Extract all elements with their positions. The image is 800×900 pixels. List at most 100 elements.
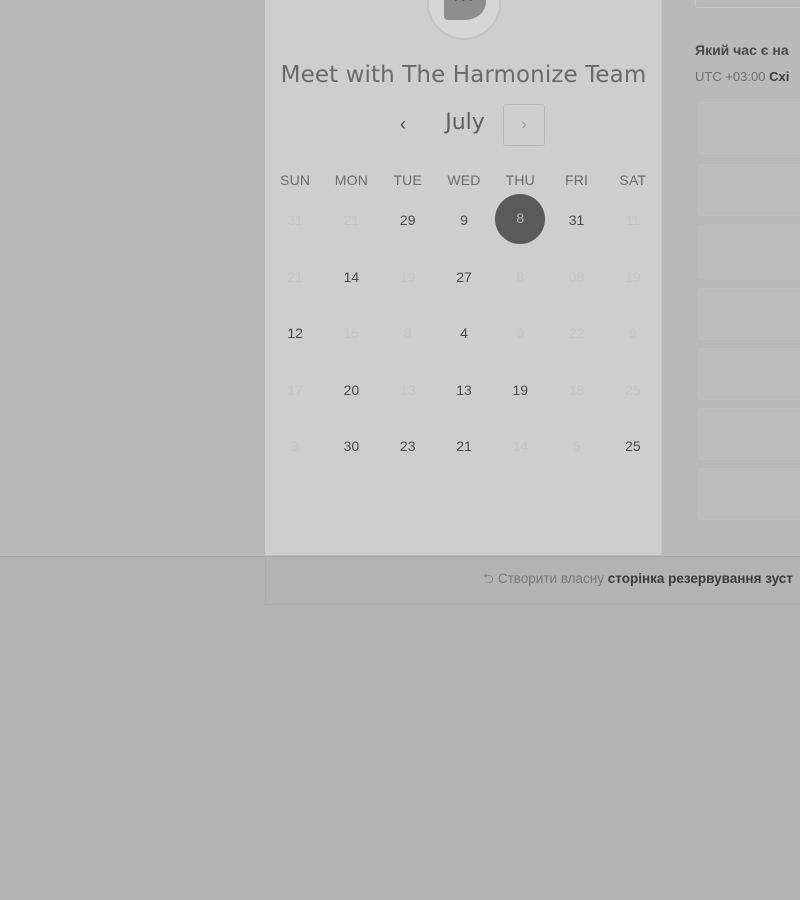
date-cell: 19 <box>605 250 661 307</box>
time-slot-button[interactable] <box>698 348 800 400</box>
time-slot-button[interactable] <box>698 226 800 278</box>
weekday-label: SUN <box>280 172 311 188</box>
weekday-label: MON <box>334 172 369 188</box>
date-cell: 17 <box>267 363 323 420</box>
date-number: 13 <box>456 381 472 398</box>
date-cell[interactable]: 14 <box>323 250 379 307</box>
date-number: 20 <box>343 381 360 398</box>
date-cell: 9 <box>492 306 548 363</box>
timezone-name: Схі <box>769 69 790 84</box>
date-number: 19 <box>512 381 529 398</box>
date-number: 25 <box>625 381 641 398</box>
hubspot-sprocket-icon: ⮌ <box>483 571 494 586</box>
footer-create-link[interactable]: ⮌ Створити власну сторінка резервування з… <box>483 569 793 592</box>
weekday-label: FRI <box>564 172 589 188</box>
chat-bubble-icon: ••• <box>444 0 492 20</box>
date-number: 4 <box>460 325 468 342</box>
date-cell[interactable]: 25 <box>605 419 661 476</box>
time-slot-button[interactable] <box>698 408 800 460</box>
date-number: 29 <box>399 212 416 228</box>
chevron-left-icon: ‹ <box>400 114 406 134</box>
date-number: 30 <box>343 438 360 455</box>
date-cell: 14 <box>492 419 548 476</box>
previous-month-button[interactable]: ‹ <box>391 112 415 136</box>
month-label: July <box>445 110 485 135</box>
date-cell[interactable]: 12 <box>267 306 323 363</box>
footer-text: Створити власну <box>497 571 605 586</box>
team-avatar: ••• <box>427 0 501 40</box>
date-cell: 13 <box>380 363 436 420</box>
date-cell[interactable]: 29 <box>380 193 436 250</box>
date-number: 31 <box>568 212 585 228</box>
date-number: 14 <box>343 268 360 285</box>
calendar-week-row: 21 14 19 27 8 08 19 <box>267 250 661 307</box>
date-number: 21 <box>456 438 472 455</box>
date-cell: 3 <box>267 419 323 476</box>
date-cell: 9 <box>605 306 661 363</box>
weekday-header: SUN MON TUE WED THU FRI SAT <box>267 172 661 188</box>
date-number: 11 <box>625 212 641 228</box>
date-number: 13 <box>399 381 416 398</box>
weekday-label: THU <box>505 172 535 188</box>
date-cell[interactable]: 20 <box>323 363 379 420</box>
date-cell: 11 <box>605 193 661 250</box>
date-number: 19 <box>399 268 416 285</box>
date-number: 23 <box>399 438 416 455</box>
date-cell[interactable]: 30 <box>323 419 379 476</box>
date-number: 8 <box>516 210 525 226</box>
date-number: 27 <box>456 268 472 285</box>
date-cell: 19 <box>380 250 436 307</box>
top-input-field[interactable] <box>695 0 800 8</box>
date-number: 9 <box>516 325 525 342</box>
date-cell[interactable]: 31 <box>548 193 604 250</box>
date-number: 21 <box>287 268 303 285</box>
timezone-offset: UTC +03:00 <box>695 69 766 84</box>
timezone-selector[interactable]: UTC +03:00 Схі <box>695 69 789 84</box>
date-cell[interactable]: 13 <box>436 363 492 420</box>
time-slot-button[interactable] <box>698 102 800 154</box>
date-cell: 22 <box>548 306 604 363</box>
footer-link-text: сторінка резервування зуст <box>607 571 793 586</box>
calendar-week-row: 31 21 29 9 8 31 11 <box>267 193 661 250</box>
weekday-label: TUE <box>393 172 422 188</box>
weekday-label: SAT <box>619 172 647 188</box>
date-number: 22 <box>568 325 585 342</box>
date-cell[interactable]: 4 <box>436 306 492 363</box>
date-number: 25 <box>625 438 641 455</box>
time-question-heading: Який час є на <box>695 42 789 58</box>
date-cell[interactable]: 9 <box>436 193 492 250</box>
date-cell[interactable]: 21 <box>436 419 492 476</box>
date-cell: 18 <box>548 363 604 420</box>
date-cell[interactable]: 23 <box>380 419 436 476</box>
date-cell: 5 <box>548 419 604 476</box>
date-number: 19 <box>625 268 641 285</box>
date-cell: 8 <box>492 250 548 307</box>
date-cell: 08 <box>548 250 604 307</box>
date-number: 18 <box>568 381 585 398</box>
next-month-button[interactable]: › <box>503 104 545 146</box>
date-number: 3 <box>291 438 300 455</box>
selected-date-cell[interactable]: 8 <box>492 193 548 250</box>
date-number: 08 <box>568 268 585 285</box>
date-number: 31 <box>287 212 303 228</box>
time-slot-button[interactable] <box>698 468 800 520</box>
time-slot-button[interactable] <box>698 288 800 340</box>
calendar-week-row: 3 30 23 21 14 5 25 <box>267 419 661 476</box>
date-cell[interactable]: 27 <box>436 250 492 307</box>
calendar-week-row: 12 15 8 4 9 22 9 <box>267 306 661 363</box>
date-cell: 8 <box>380 306 436 363</box>
date-cell: 31 <box>267 193 323 250</box>
date-number: 15 <box>343 325 360 342</box>
chevron-right-icon: › <box>521 116 527 133</box>
date-number: 5 <box>572 438 581 455</box>
calendar-week-row: 17 20 13 13 19 18 25 <box>267 363 661 420</box>
month-navigation: ‹ July › <box>265 104 662 146</box>
time-slot-button[interactable] <box>698 164 800 216</box>
meeting-calendar-card: ••• Meet with The Harmonize Team ‹ July … <box>265 0 662 555</box>
date-number: 21 <box>343 212 360 228</box>
weekday-label: WED <box>447 172 481 188</box>
date-cell: 21 <box>323 193 379 250</box>
date-number: 9 <box>628 325 637 342</box>
date-cell[interactable]: 19 <box>492 363 548 420</box>
page-backdrop: ••• Meet with The Harmonize Team ‹ July … <box>0 0 800 900</box>
